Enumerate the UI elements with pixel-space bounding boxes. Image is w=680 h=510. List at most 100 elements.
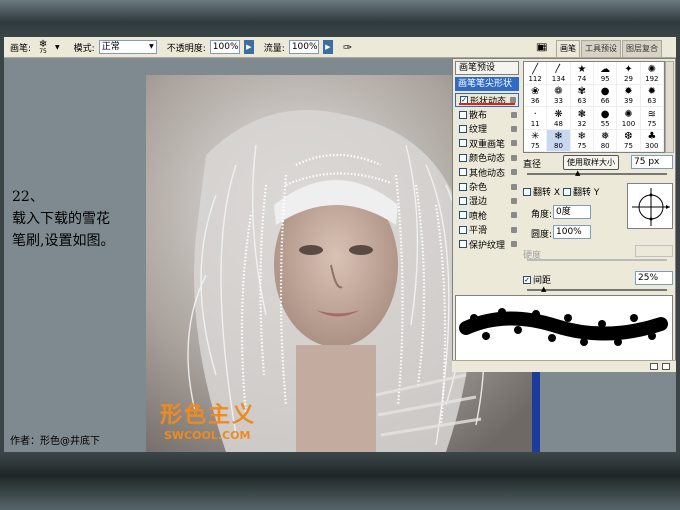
angle-input[interactable]: 0度 <box>553 205 591 219</box>
brush-tip-cell[interactable]: ✺ 100 <box>617 107 641 130</box>
brush-tip-cell[interactable]: ✹ 39 <box>617 84 641 107</box>
brush-tip-cell[interactable]: ✾ 63 <box>570 84 594 107</box>
brush-option-6[interactable]: 杂色 <box>455 179 519 193</box>
brush-stroke-preview <box>455 295 673 363</box>
brush-tip-cell[interactable]: ╱ 112 <box>524 62 548 85</box>
option-checkbox[interactable] <box>459 196 467 205</box>
brush-size-label: 66 <box>600 97 610 105</box>
brush-tip-cell[interactable]: ✺ 192 <box>640 62 664 85</box>
diameter-slider[interactable] <box>527 173 667 175</box>
new-preset-icon[interactable] <box>650 363 658 370</box>
lock-icon[interactable] <box>511 140 517 147</box>
brush-tip-icon: ❃ <box>577 108 587 120</box>
option-checkbox[interactable] <box>459 110 467 119</box>
brush-tip-cell[interactable]: ❄ 75 <box>570 129 594 152</box>
brush-size-label: 75 <box>624 142 633 150</box>
option-label: 双重画笔 <box>469 139 506 150</box>
brush-tip-cell[interactable]: ❁ 33 <box>547 84 571 107</box>
brush-size-label: 63 <box>577 97 587 105</box>
check-icon: ✓ <box>523 275 531 284</box>
brush-option-8[interactable]: 喷枪 <box>455 208 519 222</box>
brush-tip-cell[interactable]: ✦ 29 <box>617 62 641 85</box>
brush-option-9[interactable]: 平滑 <box>455 223 519 237</box>
brush-tip-cell[interactable]: ❆ 75 <box>617 129 641 152</box>
brush-preset-picker[interactable]: ❄ 75 <box>35 39 51 55</box>
lock-icon[interactable] <box>511 111 517 118</box>
roundness-input[interactable]: 100% <box>553 225 591 239</box>
lock-icon[interactable] <box>511 154 517 161</box>
mode-select[interactable]: 正常 ▼ <box>98 40 157 54</box>
brush-option-0[interactable]: ✓ 形状动态 <box>455 93 519 108</box>
brush-option-3[interactable]: 双重画笔 <box>455 136 519 150</box>
option-checkbox[interactable] <box>459 182 467 191</box>
brush-tip-cell[interactable]: ❄ 80 <box>547 129 571 152</box>
airbrush-icon[interactable]: ✑ <box>343 41 352 54</box>
lock-icon[interactable] <box>511 241 517 248</box>
brush-option-10[interactable]: 保护纹理 <box>455 237 519 251</box>
slider-thumb-icon[interactable]: ▲ <box>541 285 546 293</box>
lock-icon[interactable] <box>511 169 517 176</box>
diameter-input[interactable]: 75 px <box>631 155 673 169</box>
option-checkbox[interactable] <box>459 168 467 177</box>
tab-brushes[interactable]: 画笔 <box>556 40 580 58</box>
brush-tip-cell[interactable]: ❃ 32 <box>570 107 594 130</box>
spacing-slider[interactable] <box>527 289 667 291</box>
use-sample-size-button[interactable]: 使用取样大小 <box>563 155 619 170</box>
lock-icon[interactable] <box>511 125 517 132</box>
option-label: 保护纹理 <box>469 240 506 251</box>
brush-tip-shape-item[interactable]: 画笔笔尖形状 <box>455 77 519 91</box>
brush-option-2[interactable]: 纹理 <box>455 122 519 136</box>
opacity-input[interactable]: 100% <box>209 40 240 54</box>
brush-tip-cell[interactable]: ★ 74 <box>570 62 594 85</box>
lock-icon[interactable] <box>511 183 517 190</box>
brush-grid-scrollbar[interactable] <box>665 61 674 153</box>
chevron-down-icon[interactable]: ▼ <box>55 44 60 51</box>
brush-size-label: 55 <box>600 119 610 128</box>
file-browser-icon[interactable]: ▣ <box>536 42 545 53</box>
spacing-checkbox[interactable]: ✓ 间距 <box>523 273 551 286</box>
lock-icon[interactable] <box>511 226 517 233</box>
brush-tip-cell[interactable]: ☁ 95 <box>594 62 618 85</box>
option-checkbox[interactable] <box>459 211 467 220</box>
option-label: 平滑 <box>469 226 488 237</box>
brush-size-label: 95 <box>600 74 610 83</box>
brush-tip-cell[interactable]: ● 66 <box>594 84 618 107</box>
flow-slider-button[interactable]: ▶ <box>322 40 333 54</box>
angle-roundness-widget[interactable] <box>627 183 673 229</box>
brush-option-1[interactable]: 散布 <box>455 107 519 121</box>
spacing-input[interactable]: 25% <box>635 271 673 285</box>
flip-x-checkbox[interactable]: 翻转 X <box>523 185 560 198</box>
brush-tip-icon: ✹ <box>647 86 657 97</box>
tab-tool-presets[interactable]: 工具预设 <box>581 40 621 58</box>
brush-tip-cell[interactable]: 〳 134 <box>547 62 571 85</box>
brush-tip-cell[interactable]: ♣ 300 <box>640 129 664 152</box>
canvas-scrollbar[interactable] <box>532 370 540 452</box>
brush-tip-cell[interactable]: ≋ 75 <box>640 107 664 130</box>
brush-tip-cell[interactable]: ✹ 63 <box>640 84 664 107</box>
flip-y-checkbox[interactable]: 翻转 Y <box>563 185 599 198</box>
brush-tip-grid[interactable]: ╱ 112 〳 134 ★ 74 ☁ 95 ✦ 29 ✺ 192 ❀ 36 ❁ 33 ✾ 63 ● 66 ✹ 39 ✹ 63 ·… <box>523 61 665 153</box>
option-checkbox[interactable] <box>459 153 467 162</box>
brush-option-4[interactable]: 颜色动态 <box>455 151 519 165</box>
trash-icon[interactable] <box>662 363 670 370</box>
opacity-slider-button[interactable]: ▶ <box>243 40 254 54</box>
brush-option-7[interactable]: 湿边 <box>455 194 519 208</box>
brush-tip-cell[interactable]: · 11 <box>524 107 548 130</box>
brush-presets-button[interactable]: 画笔预设 <box>455 61 519 75</box>
brush-tip-cell[interactable]: ❅ 80 <box>594 129 618 152</box>
lock-icon[interactable] <box>511 197 517 204</box>
flow-input[interactable]: 100% <box>288 40 319 54</box>
brush-tip-cell[interactable]: ❋ 48 <box>547 107 571 130</box>
option-checkbox[interactable] <box>459 225 467 234</box>
tab-layer-comps[interactable]: 图层复合 <box>622 40 662 58</box>
brush-tip-cell[interactable]: ● 55 <box>594 107 618 130</box>
option-checkbox[interactable] <box>459 124 467 133</box>
brush-tip-cell[interactable]: ✳ 75 <box>524 129 548 152</box>
slider-thumb-icon[interactable]: ▲ <box>575 169 580 177</box>
brush-tip-icon: ✹ <box>624 86 633 97</box>
brush-option-5[interactable]: 其他动态 <box>455 165 519 179</box>
option-checkbox[interactable] <box>459 139 467 148</box>
lock-icon[interactable] <box>511 212 517 219</box>
option-checkbox[interactable] <box>459 240 467 249</box>
brush-tip-cell[interactable]: ❀ 36 <box>524 84 548 107</box>
